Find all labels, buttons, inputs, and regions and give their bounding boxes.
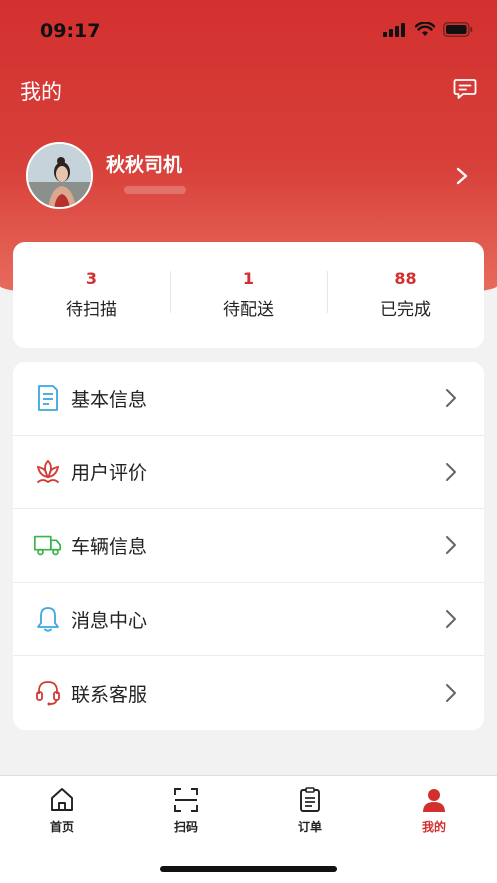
- document-icon: [33, 383, 63, 413]
- status-bar: 09:17: [0, 0, 497, 60]
- bell-icon: [33, 604, 63, 634]
- headset-icon: [33, 678, 63, 708]
- menu-item-vehicle-info[interactable]: 车辆信息: [13, 509, 484, 583]
- status-time: 09:17: [40, 20, 101, 42]
- menu-item-label: 基本信息: [71, 388, 148, 411]
- stat-value: 3: [85, 269, 98, 288]
- signal-icon: [383, 22, 405, 37]
- tab-label: 订单: [297, 820, 322, 834]
- truck-icon: [33, 530, 63, 560]
- home-icon: [51, 788, 73, 811]
- menu-item-label: 联系客服: [71, 683, 148, 706]
- tab-label: 我的: [421, 820, 446, 834]
- menu-item-user-reviews[interactable]: 用户评价: [13, 436, 484, 510]
- chevron-right-icon[interactable]: [455, 166, 469, 186]
- chevron-right-icon: [446, 610, 456, 629]
- tab-mine[interactable]: 我的: [394, 786, 474, 835]
- avatar[interactable]: [26, 142, 93, 209]
- menu-item-message-center[interactable]: 消息中心: [13, 583, 484, 657]
- stat-pending-delivery[interactable]: 1 待配送: [170, 269, 327, 321]
- stat-value: 1: [242, 269, 255, 288]
- username[interactable]: 秋秋司机: [106, 150, 182, 177]
- battery-icon: [443, 22, 473, 37]
- menu-item-label: 用户评价: [71, 462, 148, 485]
- tab-scan[interactable]: 扫码: [146, 786, 226, 835]
- status-icons: [383, 22, 473, 37]
- tab-home[interactable]: 首页: [22, 786, 102, 835]
- stat-label: 已完成: [380, 300, 431, 320]
- stat-completed[interactable]: 88 已完成: [327, 269, 484, 321]
- menu-item-customer-service[interactable]: 联系客服: [13, 656, 484, 730]
- wifi-icon: [415, 22, 435, 36]
- menu-card: 基本信息 用户评价 车辆信息 消息中心 联系客服: [13, 362, 484, 730]
- chevron-right-icon: [446, 462, 456, 481]
- chevron-right-icon: [446, 536, 456, 555]
- home-indicator: [160, 866, 337, 872]
- menu-item-label: 消息中心: [71, 609, 148, 632]
- order-stats-card: 3 待扫描 1 待配送 88 已完成: [13, 242, 484, 348]
- tab-label: 扫码: [173, 820, 198, 834]
- user-icon: [423, 789, 445, 812]
- message-icon[interactable]: [453, 78, 477, 100]
- stat-value: 88: [394, 269, 417, 288]
- scan-icon: [174, 788, 198, 812]
- tab-label: 首页: [49, 820, 74, 834]
- order-icon: [300, 787, 320, 812]
- stat-label: 待扫描: [66, 300, 117, 320]
- page-title: 我的: [20, 80, 62, 104]
- lotus-icon: [33, 457, 63, 487]
- tab-orders[interactable]: 订单: [270, 786, 350, 835]
- menu-item-label: 车辆信息: [71, 535, 148, 558]
- user-subtitle-placeholder: [124, 186, 186, 194]
- chevron-right-icon: [446, 389, 456, 408]
- menu-item-basic-info[interactable]: 基本信息: [13, 362, 484, 436]
- chevron-right-icon: [446, 684, 456, 703]
- stat-label: 待配送: [223, 300, 274, 320]
- stat-pending-scan[interactable]: 3 待扫描: [13, 269, 170, 321]
